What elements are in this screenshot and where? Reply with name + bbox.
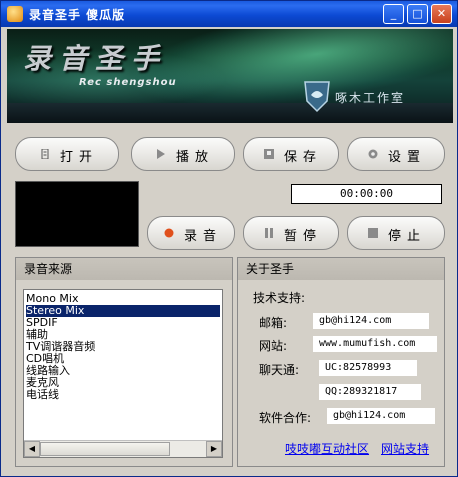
studio-logo: 啄木工作室: [303, 79, 453, 115]
app-icon: [7, 6, 23, 22]
community-link[interactable]: 吱吱嘟互动社区: [285, 440, 369, 457]
qq-value: QQ:289321817: [319, 384, 421, 400]
maximize-button[interactable]: □: [407, 4, 428, 24]
pause-button[interactable]: 暂停: [243, 216, 339, 250]
pause-icon: [265, 228, 273, 238]
list-item[interactable]: 电话线: [26, 389, 59, 401]
file-icon: [41, 149, 49, 159]
logo-text: 录音圣手: [23, 42, 168, 75]
play-button[interactable]: 播放: [131, 137, 235, 171]
uc-value: UC:82578993: [319, 360, 417, 376]
record-icon: [164, 228, 174, 238]
stop-icon: [368, 228, 378, 238]
stop-button[interactable]: 停止: [347, 216, 445, 250]
mail-label: 邮箱:: [259, 316, 288, 330]
logo-subtitle: Rec shengshou: [79, 77, 177, 88]
window-title: 录音圣手 傻瓜版: [29, 8, 126, 22]
banner: 录音圣手 Rec shengshou 啄木工作室: [7, 29, 453, 123]
save-icon: [264, 149, 274, 159]
scrollbar-thumb[interactable]: [40, 442, 170, 456]
about-panel-title: 关于圣手: [238, 258, 444, 280]
close-button[interactable]: ✕: [431, 4, 452, 24]
chat-label: 聊天通:: [259, 363, 300, 377]
level-display: [15, 181, 139, 247]
source-list[interactable]: Mono Mix Stereo Mix SPDIF 辅助 TV调谐器音频 CD唱…: [23, 289, 223, 458]
horizontal-scrollbar[interactable]: ◀ ▶: [24, 440, 222, 457]
minimize-button[interactable]: _: [383, 4, 404, 24]
app-window: 录音圣手 傻瓜版 _ □ ✕ 录音圣手 Rec shengshou 啄木工作室 …: [0, 0, 458, 477]
save-button[interactable]: 保存: [243, 137, 339, 171]
time-display: 00:00:00: [291, 184, 442, 204]
coop-value: gb@hi124.com: [327, 408, 435, 424]
studio-name: 啄木工作室: [335, 91, 406, 105]
support-link[interactable]: 网站支持: [381, 440, 429, 457]
settings-button[interactable]: 设置: [347, 137, 445, 171]
title-bar[interactable]: 录音圣手 傻瓜版 _ □ ✕: [1, 1, 457, 27]
scroll-right-icon[interactable]: ▶: [206, 441, 222, 457]
mail-value: gb@hi124.com: [313, 313, 429, 329]
support-label: 技术支持:: [253, 291, 306, 305]
play-icon: [157, 149, 165, 159]
source-panel-title: 录音来源: [16, 258, 232, 280]
coop-label: 软件合作:: [259, 411, 312, 425]
open-button[interactable]: 打开: [15, 137, 119, 171]
shield-fish-icon: [304, 81, 330, 113]
gear-icon: [368, 149, 378, 159]
scroll-left-icon[interactable]: ◀: [24, 441, 40, 457]
record-button[interactable]: 录音: [147, 216, 235, 250]
site-value: www.mumufish.com: [313, 336, 437, 352]
site-label: 网站:: [259, 339, 288, 353]
